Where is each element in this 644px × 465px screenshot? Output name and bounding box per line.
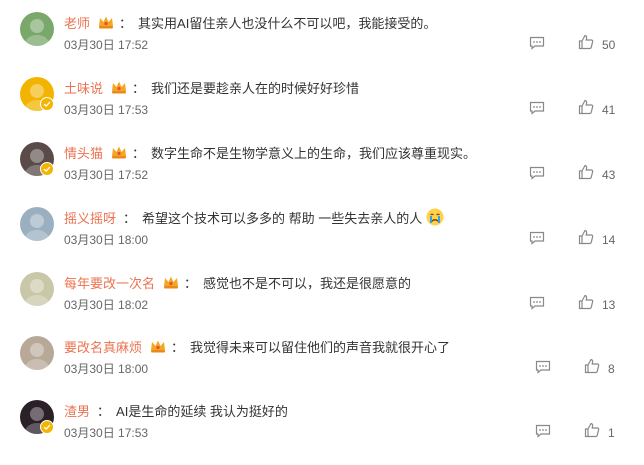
comment-date: 03月30日 17:53	[64, 103, 149, 117]
username-link[interactable]: 情头猫	[64, 143, 103, 162]
comment-text: AI是生命的延续 我认为挺好的	[116, 403, 288, 419]
thumbs-up-icon	[578, 99, 594, 120]
username-link[interactable]: 要改名真麻烦	[64, 337, 142, 356]
comment-date: 03月30日 18:00	[64, 362, 149, 376]
username-link[interactable]: 每年要改一次名	[64, 273, 155, 292]
comment-item: 渣男 ： AI是生命的延续 我认为挺好的 03月30日 17:53 1	[0, 400, 644, 465]
comment-item: 摇义摇呀 ： 希望这个技术可以多多的 帮助 一些失去亲人的人 03月30日 18…	[0, 207, 644, 272]
username-link[interactable]: 老师	[64, 13, 90, 32]
like-count: 14	[602, 232, 616, 247]
like-button[interactable]: 50	[578, 34, 615, 55]
comment-item: 土味说 ： 我们还是要趁亲人在的时候好好珍惜 03月30日 17:53 41	[0, 77, 644, 142]
colon-separator: ：	[132, 145, 146, 161]
username-link[interactable]: 摇义摇呀	[64, 208, 116, 227]
comment-date: 03月30日 17:52	[64, 38, 149, 52]
colon-separator: ：	[123, 210, 137, 226]
comment-item: 要改名真麻烦 ： 我觉得未来可以留住他们的声音我就很开心了 03月30日 18:…	[0, 336, 644, 401]
crown-icon	[97, 14, 115, 30]
crown-icon	[162, 274, 180, 290]
like-button[interactable]: 41	[578, 99, 615, 120]
comment-text: 希望这个技术可以多多的 帮助 一些失去亲人的人	[142, 210, 423, 226]
thumbs-up-icon	[584, 358, 600, 379]
verified-badge-icon	[40, 162, 54, 176]
username-link[interactable]: 土味说	[64, 78, 103, 97]
colon-separator: ：	[132, 80, 146, 96]
comment-icon[interactable]	[529, 166, 545, 180]
comment-icon[interactable]	[529, 101, 545, 115]
comment-icon[interactable]	[535, 424, 551, 438]
like-count: 41	[602, 102, 616, 117]
colon-separator: ：	[119, 15, 133, 31]
like-count: 13	[602, 297, 616, 312]
verified-badge-icon	[40, 420, 54, 434]
comment-date: 03月30日 17:52	[64, 168, 149, 182]
like-button[interactable]: 14	[578, 229, 615, 250]
like-button[interactable]: 13	[578, 294, 615, 315]
comment-icon[interactable]	[529, 296, 545, 310]
comment-date: 03月30日 18:02	[64, 298, 149, 312]
comment-text: 数字生命不是生物学意义上的生命，我们应该尊重现实。	[151, 145, 477, 161]
like-count: 43	[602, 167, 616, 182]
like-button[interactable]: 43	[578, 164, 615, 185]
comment-item: 每年要改一次名 ： 感觉也不是不可以，我还是很愿意的 03月30日 18:02	[0, 272, 644, 337]
thumbs-up-icon	[584, 422, 600, 443]
avatar[interactable]	[20, 207, 54, 241]
comment-text: 其实用AI留住亲人也没什么不可以吧，我能接受的。	[138, 15, 437, 31]
like-button[interactable]: 1	[584, 422, 615, 443]
like-count: 50	[602, 37, 616, 52]
like-count: 1	[608, 425, 615, 440]
like-button[interactable]: 8	[584, 358, 615, 379]
thumbs-up-icon	[578, 34, 594, 55]
crown-icon	[110, 144, 128, 160]
verified-badge-icon	[40, 97, 54, 111]
comment-text: 我觉得未来可以留住他们的声音我就很开心了	[190, 339, 451, 355]
crown-icon	[149, 338, 167, 354]
comment-item: 情头猫 ： 数字生命不是生物学意义上的生命，我们应该尊重现实。 03月30日 1…	[0, 142, 644, 207]
crown-icon	[110, 79, 128, 95]
comment-item: 老师 ： 其实用AI留住亲人也没什么不可以吧，我能接受的。 03月30日 17:…	[0, 12, 644, 77]
avatar[interactable]	[20, 336, 54, 370]
like-count: 8	[608, 361, 615, 376]
comment-icon[interactable]	[529, 231, 545, 245]
comment-icon[interactable]	[529, 36, 545, 50]
comment-date: 03月30日 17:53	[64, 426, 149, 440]
comment-text: 我们还是要趁亲人在的时候好好珍惜	[151, 80, 360, 96]
thumbs-up-icon	[578, 294, 594, 315]
comment-list: 老师 ： 其实用AI留住亲人也没什么不可以吧，我能接受的。 03月30日 17:…	[0, 0, 644, 454]
crying-emoji-icon	[426, 208, 444, 226]
avatar[interactable]	[20, 272, 54, 306]
thumbs-up-icon	[578, 229, 594, 250]
thumbs-up-icon	[578, 164, 594, 185]
colon-separator: ：	[184, 275, 198, 291]
comment-date: 03月30日 18:00	[64, 233, 149, 247]
colon-separator: ：	[171, 339, 185, 355]
avatar[interactable]	[20, 12, 54, 46]
comment-text: 感觉也不是不可以，我还是很愿意的	[203, 275, 412, 291]
username-link[interactable]: 渣男	[64, 401, 90, 420]
comment-icon[interactable]	[535, 360, 551, 374]
colon-separator: ：	[97, 403, 111, 419]
